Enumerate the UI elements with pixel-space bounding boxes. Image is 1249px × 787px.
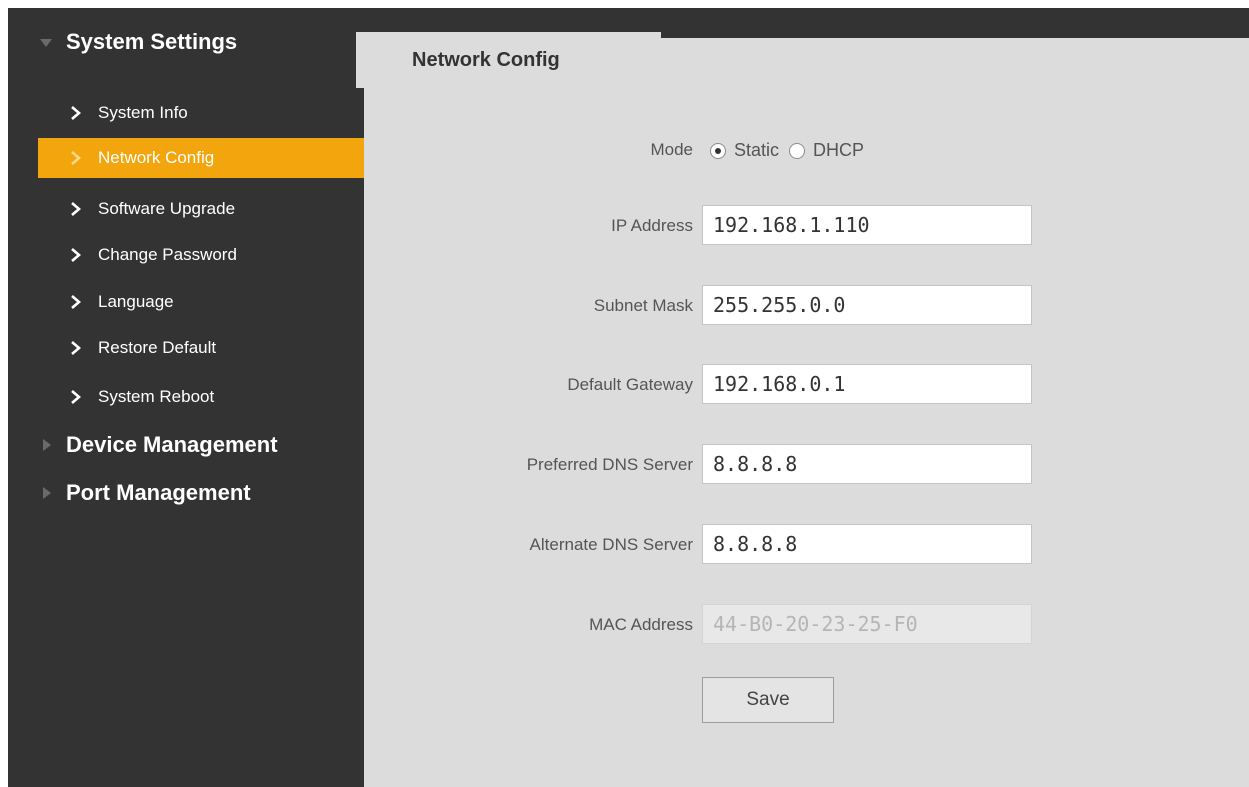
mode-label: Mode [650, 140, 693, 159]
sidebar-group-port-management[interactable]: Port Management [8, 477, 364, 509]
mac-address-label: MAC Address [589, 615, 693, 634]
app-frame: System Settings System Info Network Conf… [8, 8, 1249, 787]
sidebar-item-language[interactable]: Language [38, 282, 366, 322]
chevron-right-icon [70, 138, 84, 178]
triangle-right-icon [43, 439, 51, 451]
sidebar-item-label: System Info [98, 103, 188, 122]
sidebar-group-label: Port Management [66, 480, 251, 505]
default-gateway-field[interactable]: 192.168.0.1 [702, 364, 1032, 404]
subnet-mask-label: Subnet Mask [593, 296, 693, 315]
static-radio[interactable] [710, 142, 726, 159]
sidebar-group-label: Device Management [66, 432, 278, 457]
sidebar: System Settings System Info Network Conf… [8, 8, 366, 787]
sidebar-item-restore-default[interactable]: Restore Default [38, 328, 366, 368]
sidebar-item-network-config[interactable]: Network Config [38, 138, 366, 178]
chevron-right-icon [70, 377, 84, 417]
chevron-right-icon [70, 282, 84, 322]
triangle-right-icon [43, 487, 51, 499]
ip-address-label: IP Address [611, 216, 693, 235]
sidebar-group-device-management[interactable]: Device Management [8, 429, 364, 461]
sidebar-item-change-password[interactable]: Change Password [38, 235, 366, 275]
sidebar-item-label: Change Password [98, 245, 237, 264]
sidebar-item-label: System Reboot [98, 387, 215, 406]
preferred-dns-field[interactable]: 8.8.8.8 [702, 444, 1032, 484]
chevron-right-icon [70, 93, 84, 133]
alternate-dns-field[interactable]: 8.8.8.8 [702, 524, 1032, 564]
sidebar-item-label: Language [98, 292, 174, 311]
sidebar-item-label: Restore Default [98, 338, 217, 357]
sidebar-item-software-upgrade[interactable]: Software Upgrade [38, 189, 366, 229]
chevron-right-icon [70, 235, 84, 275]
sidebar-item-system-reboot[interactable]: System Reboot [38, 377, 366, 417]
mode-radio-group: Static DHCP [710, 140, 874, 161]
sidebar-item-system-info[interactable]: System Info [38, 93, 366, 133]
sidebar-item-label: Software Upgrade [98, 199, 236, 218]
subnet-mask-field[interactable]: 255.255.0.0 [702, 285, 1032, 325]
preferred-dns-label: Preferred DNS Server [526, 455, 693, 474]
dhcp-radio-label: DHCP [813, 140, 865, 160]
tab-network-config[interactable]: Network Config [356, 32, 661, 88]
sidebar-item-label: Network Config [98, 148, 215, 167]
static-radio-label: Static [734, 140, 780, 160]
default-gateway-label: Default Gateway [567, 375, 693, 394]
alternate-dns-label: Alternate DNS Server [529, 535, 693, 554]
sidebar-group-system-settings[interactable]: System Settings [8, 26, 364, 58]
sidebar-group-label: System Settings [66, 29, 238, 54]
save-button[interactable]: Save [702, 677, 834, 723]
mac-address-field: 44-B0-20-23-25-F0 [702, 604, 1032, 644]
triangle-down-icon [40, 39, 52, 47]
chevron-right-icon [70, 189, 84, 229]
dhcp-radio[interactable] [789, 142, 806, 159]
ip-address-field[interactable]: 192.168.1.110 [702, 205, 1032, 245]
chevron-right-icon [70, 328, 84, 368]
